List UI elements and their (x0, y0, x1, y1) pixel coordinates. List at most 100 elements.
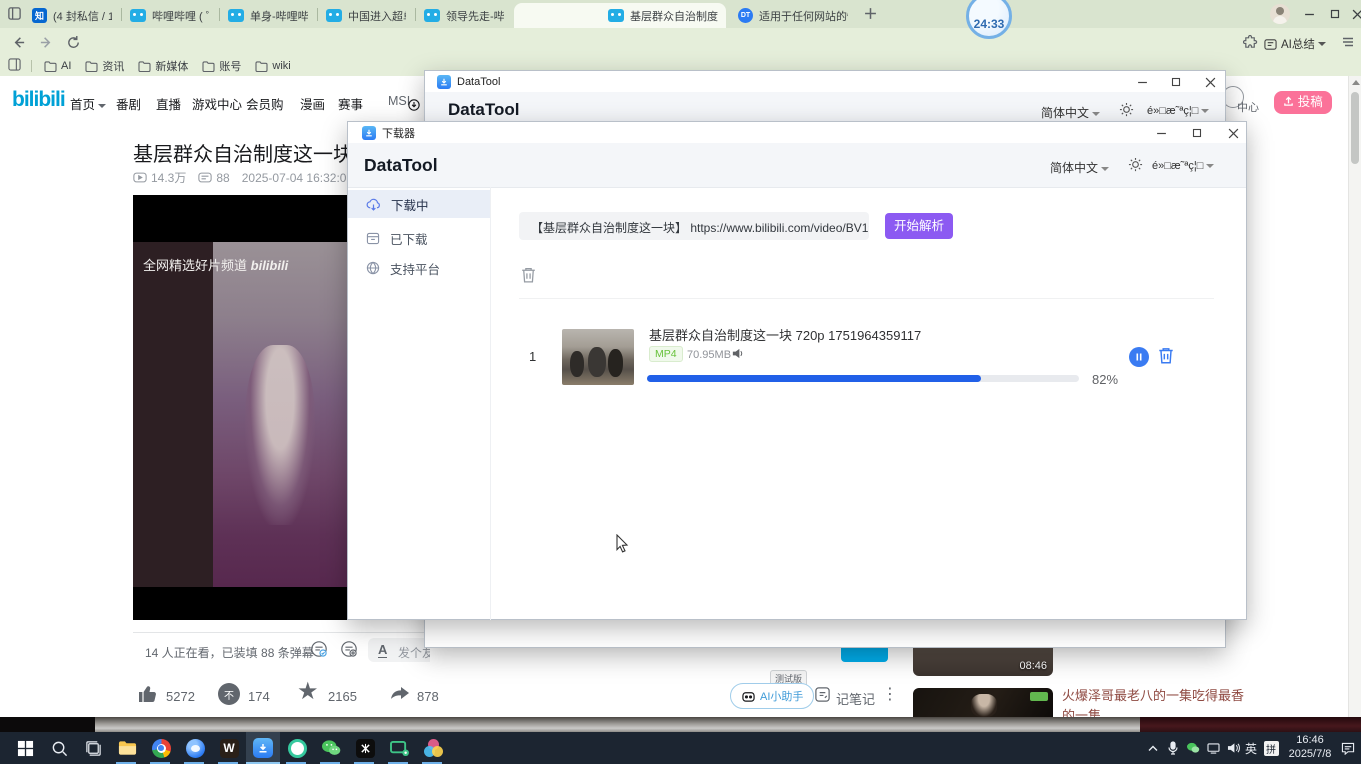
parse-button[interactable]: 开始解析 (885, 213, 953, 239)
danmaku-settings-icon[interactable] (340, 640, 358, 663)
browser-toolbar: bilibili.com/video/BV19T3EzDEU4/?spm_id_… (0, 28, 1361, 56)
reading-list-icon[interactable] (8, 58, 21, 74)
wps-icon[interactable]: W (212, 732, 246, 764)
maximize-icon[interactable] (1163, 74, 1189, 90)
browser-profile-avatar[interactable] (1270, 4, 1290, 24)
downloader-titlebar[interactable]: 下载器 (348, 122, 1246, 143)
bookmark-folder-news[interactable]: 资讯 (85, 58, 124, 74)
tab-bilibili-home[interactable]: 哔哩哔哩 ( ゜- ゜)つロ (122, 3, 218, 28)
related-video-title[interactable]: 火爆泽哥最老八的一集吃得最香的一集 (1062, 686, 1244, 717)
garbled-menu[interactable]: é»□æ˜ªç¦□ (1152, 160, 1214, 172)
browser-close-icon[interactable] (1344, 6, 1361, 22)
bookmark-folder-wiki[interactable]: wiki (255, 60, 290, 72)
sidebar-item-downloaded[interactable]: 已下载 (348, 224, 490, 252)
share-icon[interactable] (388, 682, 412, 711)
window-title: 下载器 (382, 125, 415, 141)
nav-manga[interactable]: 漫画 (300, 94, 325, 113)
scrollbar-thumb[interactable] (1351, 92, 1359, 164)
tab-panel-icon[interactable] (7, 6, 22, 26)
minimize-icon[interactable] (1129, 74, 1155, 90)
tray-expand-icon[interactable] (1144, 732, 1162, 764)
coin-icon[interactable]: 不 (218, 683, 240, 705)
nav-esports[interactable]: 赛事 (338, 94, 363, 113)
delete-button[interactable] (1157, 346, 1175, 370)
language-select[interactable]: 简体中文 (1041, 104, 1100, 121)
blue-browser-icon[interactable] (178, 732, 212, 764)
upload-button[interactable]: 投稿 (1274, 91, 1332, 114)
nav-vip-shop[interactable]: 会员购 (246, 94, 284, 113)
language-select[interactable]: 简体中文 (1050, 159, 1109, 176)
bilibili-logo[interactable]: bilibili (12, 88, 65, 112)
theme-icon[interactable] (1119, 102, 1134, 122)
forward-icon[interactable] (36, 32, 56, 52)
nav-msi[interactable]: MSI (388, 94, 410, 108)
danmaku-display-icon[interactable] (310, 640, 328, 663)
wechat-icon[interactable] (314, 732, 348, 764)
sidebar-item-downloading[interactable]: 下载中 (348, 190, 490, 218)
url-input[interactable]: 【基层群众自治制度这一块】 https://www.bilibili.com/v… (519, 212, 869, 240)
search-icon[interactable] (42, 732, 76, 764)
font-style-icon[interactable]: A (378, 642, 387, 658)
theme-icon[interactable] (1128, 157, 1143, 177)
garbled-menu[interactable]: é»□æ˜ªç¦□ (1147, 105, 1209, 117)
ime-pinyin-indicator[interactable]: 拼 (1262, 732, 1280, 764)
more-actions-icon[interactable]: ⋮ (882, 684, 898, 704)
nav-home[interactable]: 首页 (70, 94, 106, 113)
browser-minimize-icon[interactable] (1296, 6, 1322, 22)
tab-datatool-extension[interactable]: DT 适用于任何网站的快捷 (730, 3, 856, 28)
extension-icon[interactable] (1240, 32, 1260, 52)
task-view-icon[interactable] (76, 732, 110, 764)
danmaku-input[interactable]: A 发个友善 (368, 638, 430, 662)
chrome-icon[interactable] (144, 732, 178, 764)
tray-wechat-icon[interactable] (1184, 732, 1202, 764)
nav-bangumi[interactable]: 番剧 (116, 94, 141, 113)
mouse-cursor (614, 534, 630, 559)
screen-share-icon[interactable] (382, 732, 416, 764)
sidebar-item-platforms[interactable]: 支持平台 (348, 254, 490, 282)
minimize-icon[interactable] (1148, 125, 1174, 141)
new-tab-icon[interactable] (864, 7, 877, 25)
tray-clock[interactable]: 16:46 2025/7/8 (1284, 732, 1336, 764)
notes-green-icon[interactable] (280, 732, 314, 764)
ai-assistant-button[interactable]: AI小助手 (730, 683, 814, 709)
ai-summary-button[interactable]: AI总结 (1264, 36, 1326, 52)
notification-center-icon[interactable] (1338, 732, 1358, 764)
like-icon[interactable] (136, 682, 160, 711)
take-notes-icon[interactable] (814, 686, 831, 708)
tab-current-video[interactable]: 基层群众自治制度 (514, 3, 726, 28)
tab-video-1[interactable]: 单身-哔哩哔哩_bilibili (220, 3, 316, 28)
maximize-icon[interactable] (1184, 125, 1210, 141)
tab-video-2[interactable]: 中国进入超单身时代_| (318, 3, 414, 28)
pause-button[interactable] (1129, 347, 1149, 367)
datatool-downloader-taskbar-icon[interactable] (246, 732, 280, 764)
close-icon[interactable] (1197, 74, 1223, 90)
tray-volume-icon[interactable] (1224, 732, 1242, 764)
close-icon[interactable] (1220, 125, 1246, 141)
tab-zhihu-messages[interactable]: 知 (4 封私信 / 1 条消息) (24, 3, 120, 28)
scrollbar-up-arrow[interactable] (1352, 80, 1360, 85)
bookmark-folder-ai[interactable]: AI (44, 60, 71, 72)
office-flower-icon[interactable] (416, 732, 450, 764)
capcut-icon[interactable] (348, 732, 382, 764)
datatool-titlebar[interactable]: DataTool (425, 71, 1225, 92)
take-notes-label[interactable]: 记笔记 (836, 689, 875, 708)
related-video-thumbnail[interactable] (913, 688, 1053, 717)
start-button[interactable] (8, 732, 42, 764)
browser-menu-icon[interactable] (1338, 32, 1358, 52)
tab-video-3[interactable]: 领导先走-哔哩哔哩_b (416, 3, 512, 28)
audio-icon[interactable] (731, 347, 744, 365)
back-icon[interactable] (8, 32, 28, 52)
tray-microphone-icon[interactable] (1164, 732, 1182, 764)
tray-network-icon[interactable] (1204, 732, 1222, 764)
nav-game-center[interactable]: 游戏中心 (192, 94, 242, 113)
bookmark-folder-accounts[interactable]: 账号 (202, 58, 241, 74)
file-explorer-icon[interactable] (110, 732, 144, 764)
nav-live[interactable]: 直播 (156, 94, 181, 113)
favorite-star-icon[interactable]: ★ (297, 680, 319, 704)
video-player[interactable]: 全网精选好片频道 bilibili (133, 195, 347, 620)
bookmark-folder-newmedia[interactable]: 新媒体 (138, 58, 188, 74)
page-scrollbar[interactable] (1348, 76, 1361, 717)
ime-latin-indicator[interactable]: 英 (1243, 732, 1259, 764)
clear-list-trash-icon[interactable] (520, 266, 537, 289)
reload-icon[interactable] (63, 32, 83, 52)
